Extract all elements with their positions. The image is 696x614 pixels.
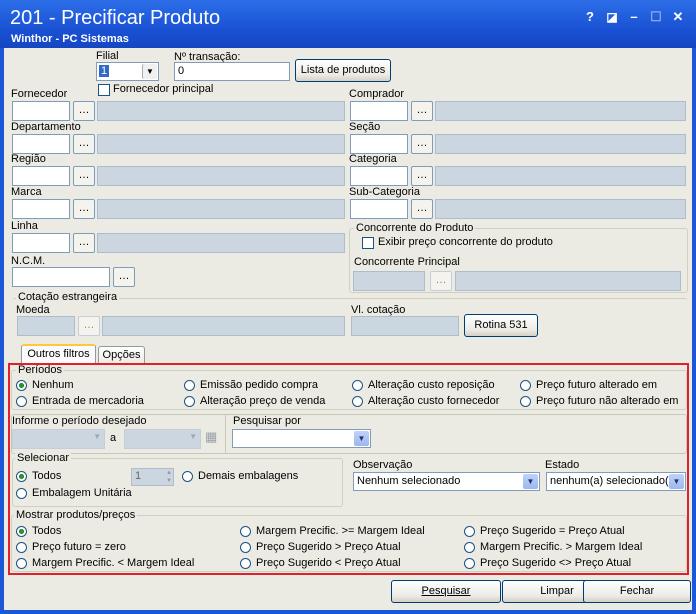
departamento-code-input[interactable] [12, 134, 70, 154]
exibir-concorrente-checkbox[interactable] [362, 237, 374, 249]
tab-outros-label: Outros filtros [27, 348, 90, 360]
linha-lookup-button[interactable]: … [73, 233, 95, 253]
vl-cotacao-label: Vl. cotação [351, 304, 406, 316]
fornecedor-principal-label: Fornecedor principal [113, 83, 214, 95]
secao-lookup-button[interactable]: … [411, 134, 433, 154]
n-c-m-input[interactable] [12, 267, 110, 287]
vl-cotacao-input[interactable] [351, 316, 459, 336]
marca-code-input[interactable] [12, 199, 70, 219]
marca-label: Marca [11, 186, 42, 198]
window-subtitle: Winthor - PC Sistemas [11, 33, 129, 45]
sub-categoria-label: Sub-Categoria [349, 186, 420, 198]
linha-code-input[interactable] [12, 233, 70, 253]
moeda-code-input[interactable] [17, 316, 75, 336]
filial-select[interactable]: 1 ▼ [96, 62, 159, 81]
filial-label: Filial [96, 50, 119, 62]
marca-name-input [97, 199, 345, 219]
fechar-button[interactable]: Fechar [583, 580, 691, 603]
exibir-concorrente-label: Exibir preço concorrente do produto [378, 236, 553, 248]
n-c-m-lookup-button[interactable]: … [113, 267, 135, 287]
secao-code-input[interactable] [350, 134, 408, 154]
fornecedor-lookup-button[interactable]: … [73, 101, 95, 121]
minimize-icon[interactable]: – [624, 8, 644, 26]
restore-icon[interactable]: ◪ [602, 8, 622, 26]
maximize-icon[interactable]: ☐ [646, 8, 666, 26]
comprador-label: Comprador [349, 88, 405, 100]
categoria-lookup-button[interactable]: … [411, 166, 433, 186]
regiao-code-input[interactable] [12, 166, 70, 186]
rotina-531-button[interactable]: Rotina 531 [464, 314, 538, 337]
secao-label: Seção [349, 121, 381, 133]
sub-categoria-name-input [435, 199, 686, 219]
window: 201 - Precificar Produto Winthor - PC Si… [0, 0, 696, 614]
fornecedor-principal-checkbox[interactable] [98, 84, 110, 96]
sub-categoria-code-input[interactable] [350, 199, 408, 219]
concorrente-lookup-button[interactable]: … [430, 271, 452, 291]
n-c-m-label: N.C.M. [11, 255, 46, 267]
sub-categoria-lookup-button[interactable]: … [411, 199, 433, 219]
help-icon[interactable]: ? [580, 8, 600, 26]
categoria-name-input [435, 166, 686, 186]
secao-name-input [435, 134, 686, 154]
transacao-input[interactable]: 0 [174, 62, 290, 81]
client-area: Filial 1 ▼ Nº transação: 0 Lista de prod… [4, 48, 692, 610]
linha-name-input [97, 233, 345, 253]
departamento-label: Departamento [11, 121, 81, 133]
categoria-code-input[interactable] [350, 166, 408, 186]
cotacao-group-title: Cotação estrangeira [16, 291, 120, 303]
regiao-lookup-button[interactable]: … [73, 166, 95, 186]
tab-opcoes-label: Opções [102, 349, 141, 361]
departamento-lookup-button[interactable]: … [73, 134, 95, 154]
departamento-name-input [97, 134, 345, 154]
concorrente-group: Concorrente do Produto Exibir preço conc… [349, 222, 688, 293]
regiao-name-input [97, 166, 345, 186]
pesquisar-button[interactable]: Pesquisar [391, 580, 501, 603]
comprador-lookup-button[interactable]: … [411, 101, 433, 121]
moeda-label: Moeda [16, 304, 50, 316]
concorrente-principal-label: Concorrente Principal [354, 256, 460, 268]
moeda-lookup-button[interactable]: … [78, 316, 100, 336]
chevron-down-icon[interactable]: ▼ [142, 64, 157, 79]
close-icon[interactable]: ✕ [668, 8, 688, 26]
marca-lookup-button[interactable]: … [73, 199, 95, 219]
regiao-label: Região [11, 153, 46, 165]
comprador-code-input[interactable] [350, 101, 408, 121]
concorrente-name-input [455, 271, 681, 291]
linha-label: Linha [11, 220, 38, 232]
title-bar[interactable]: 201 - Precificar Produto Winthor - PC Si… [0, 0, 696, 48]
concorrente-code-input[interactable] [353, 271, 425, 291]
comprador-name-input [435, 101, 686, 121]
concorrente-group-title: Concorrente do Produto [354, 222, 476, 234]
highlight-box [8, 363, 689, 575]
fornecedor-code-input[interactable] [12, 101, 70, 121]
fornecedor-label: Fornecedor [11, 88, 68, 100]
filial-value: 1 [99, 65, 110, 77]
fornecedor-name-input [97, 101, 345, 121]
lista-produtos-button[interactable]: Lista de produtos [295, 59, 391, 82]
tab-outros-filtros[interactable]: Outros filtros [21, 344, 96, 364]
categoria-label: Categoria [349, 153, 397, 165]
tab-opcoes[interactable]: Opções [98, 346, 145, 364]
window-title: 201 - Precificar Produto [10, 7, 221, 29]
moeda-name-input [102, 316, 345, 336]
